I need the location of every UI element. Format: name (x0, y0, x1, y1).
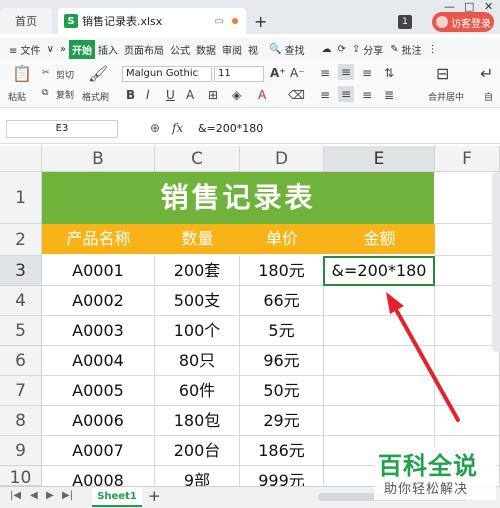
watermark-brand: 百科全说 (378, 452, 478, 480)
next-sheet-icon[interactable]: ▶ (46, 490, 54, 501)
last-sheet-icon[interactable]: ▶| (62, 490, 73, 501)
arrow-shaft (392, 304, 460, 422)
vertical-scrollbar[interactable] (492, 172, 500, 352)
add-sheet-button[interactable]: + (148, 487, 161, 505)
arrow-head (386, 292, 404, 314)
watermark-slogan: 助你轻松解决 (384, 482, 469, 497)
red-arrow-annotation (386, 292, 460, 422)
first-sheet-icon[interactable]: |◀ (10, 490, 21, 501)
watermark-logo: 百科全说 助你轻松解决 (374, 446, 496, 500)
prev-sheet-icon[interactable]: ◀ (30, 490, 38, 501)
sheet-tab-sheet1[interactable]: Sheet1 (92, 487, 142, 507)
